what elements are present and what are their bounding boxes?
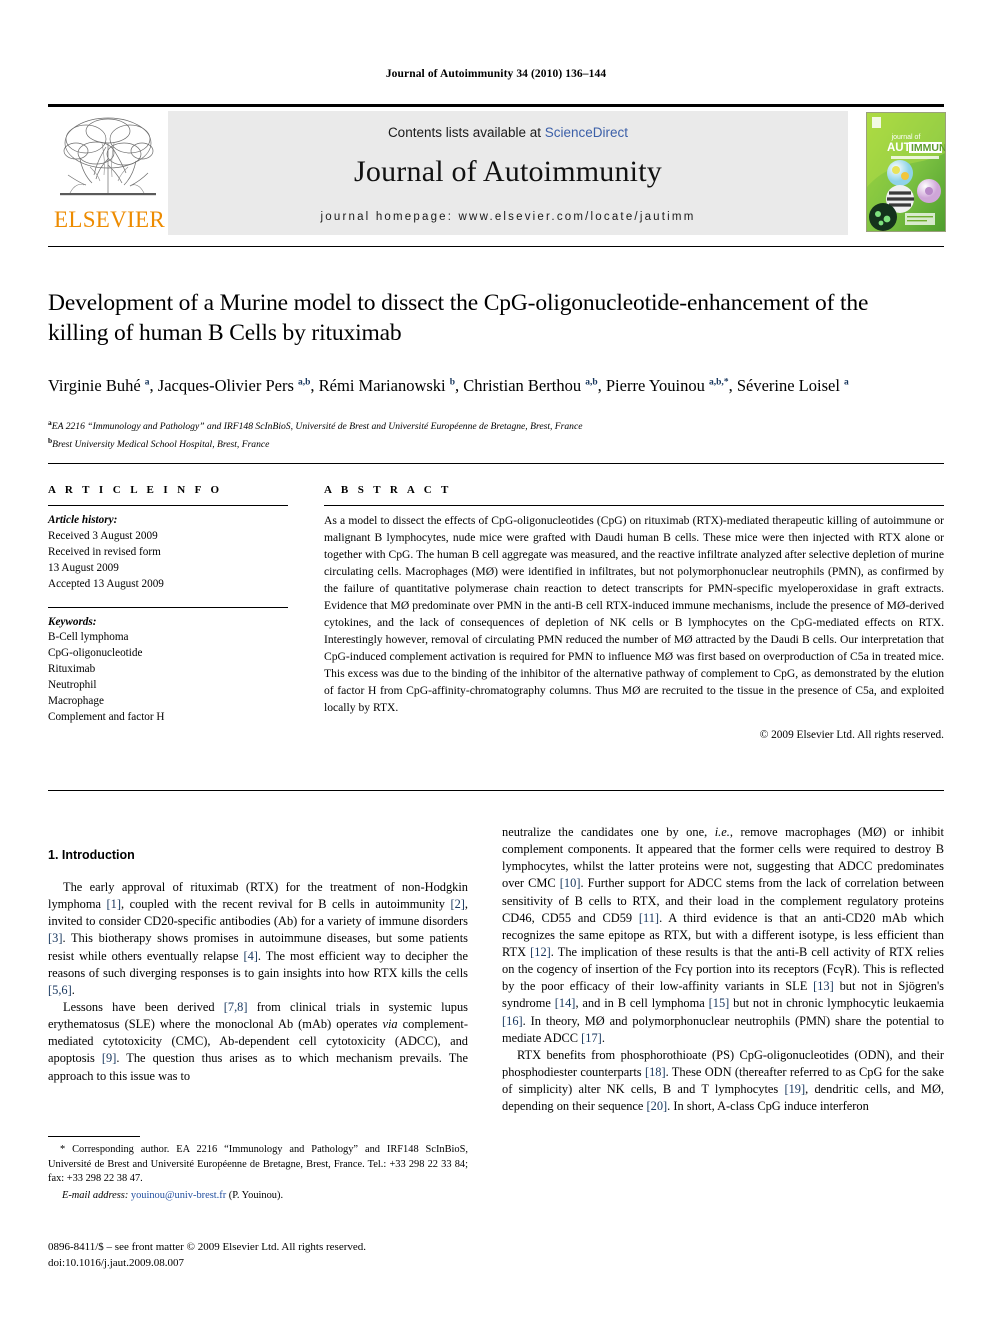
issn-doi-block: 0896-8411/$ – see front matter © 2009 El… xyxy=(48,1240,508,1272)
affiliations: aEA 2216 “Immunology and Pathology” and … xyxy=(48,417,928,452)
abstract-rule xyxy=(324,505,944,506)
article-history-group: Article history: Received 3 August 2009 … xyxy=(48,513,288,593)
history-item: 13 August 2009 xyxy=(48,561,119,574)
journal-cover-wrapper: journal of AUTO IMMUNITY xyxy=(848,111,946,235)
article-info-heading: A R T I C L E I N F O xyxy=(48,484,223,496)
history-item: Received 3 August 2009 xyxy=(48,529,158,542)
corresponding-author-footnote: * Corresponding author. EA 2216 “Immunol… xyxy=(48,1143,468,1203)
keywords-label: Keywords: xyxy=(48,615,97,628)
abstract-block-top-rule xyxy=(48,463,944,464)
title-top-rule xyxy=(48,246,944,247)
intro-paragraph-3: RTX benefits from phosphorothioate (PS) … xyxy=(502,1047,944,1114)
affiliation-b: bBrest University Medical School Hospita… xyxy=(48,435,270,450)
abstract-copyright: © 2009 Elsevier Ltd. All rights reserved… xyxy=(759,728,944,741)
doi-line[interactable]: doi:10.1016/j.jaut.2009.08.007 xyxy=(48,1256,508,1272)
sciencedirect-link[interactable]: ScienceDirect xyxy=(545,125,628,140)
contents-available-line: Contents lists available at ScienceDirec… xyxy=(168,125,848,140)
article-info-column: A R T I C L E I N F O Article history: R… xyxy=(48,484,288,726)
keywords-rule xyxy=(48,606,288,608)
intro-paragraph-2-continued: neutralize the candidates one by one, i.… xyxy=(502,825,945,1045)
email-line: E-mail address: youinou@univ-brest.fr (P… xyxy=(48,1189,468,1204)
keyword-item: Macrophage xyxy=(48,695,104,708)
journal-masthead: ELSEVIER Contents lists available at Sci… xyxy=(48,104,946,235)
journal-info-panel: Contents lists available at ScienceDirec… xyxy=(168,111,848,235)
elsevier-logo: ELSEVIER xyxy=(48,111,168,235)
intro-paragraph-2: Lessons have been derived [7,8] from cli… xyxy=(48,999,469,1083)
affiliation-a: aEA 2216 “Immunology and Pathology” and … xyxy=(48,418,583,433)
issn-line: 0896-8411/$ – see front matter © 2009 El… xyxy=(48,1241,367,1253)
email-label: E-mail address: xyxy=(62,1189,129,1201)
keyword-item: B-Cell lymphoma xyxy=(48,631,129,644)
elsevier-tree-icon xyxy=(60,117,156,196)
body-column-left: 1. Introduction The early approval of ri… xyxy=(48,848,468,1085)
keyword-item: Rituximab xyxy=(48,663,96,676)
email-link[interactable]: youinou@univ-brest.fr xyxy=(131,1190,226,1201)
author-list: Virginie Buhé a, Jacques-Olivier Pers a,… xyxy=(48,376,849,395)
abstract-heading: A B S T R A C T xyxy=(324,484,452,496)
svg-text:journal of: journal of xyxy=(891,134,921,141)
article-page: Journal of Autoimmunity 34 (2010) 136–14… xyxy=(0,0,992,1323)
page-title: Development of a Murine model to dissect… xyxy=(48,290,869,347)
abstract-column: A B S T R A C T As a model to dissect th… xyxy=(324,484,944,741)
history-item: Accepted 13 August 2009 xyxy=(48,577,164,590)
keyword-item: Neutrophil xyxy=(48,679,97,692)
section-heading-introduction: 1. Introduction xyxy=(48,848,135,862)
journal-title: Journal of Autoimmunity xyxy=(354,155,662,188)
elsevier-wordmark: ELSEVIER xyxy=(54,207,165,232)
keywords-group: Keywords: B-Cell lymphoma CpG-oligonucle… xyxy=(48,615,288,726)
history-item: Received in revised form xyxy=(48,545,161,558)
abstract-block-bottom-rule xyxy=(48,790,944,791)
svg-text:IMMUNITY: IMMUNITY xyxy=(911,142,945,154)
corresponding-author-text: * Corresponding author. EA 2216 “Immunol… xyxy=(48,1144,468,1185)
contents-prefix: Contents lists available at xyxy=(387,125,545,140)
journal-homepage-line[interactable]: journal homepage: www.elsevier.com/locat… xyxy=(168,211,848,223)
journal-cover-thumbnail: journal of AUTO IMMUNITY xyxy=(866,112,946,232)
abstract-text: As a model to dissect the effects of CpG… xyxy=(324,514,944,714)
body-column-right: neutralize the candidates one by one, i.… xyxy=(502,824,944,1115)
article-history-label: Article history: xyxy=(48,514,118,526)
intro-paragraph-1: The early approval of rituximab (RTX) fo… xyxy=(48,880,468,997)
keyword-item: Complement and factor H xyxy=(48,710,165,723)
keyword-item: CpG-oligonucleotide xyxy=(48,647,143,660)
footnote-rule xyxy=(48,1136,140,1137)
article-info-rule xyxy=(48,505,288,506)
email-owner: (P. Youinou). xyxy=(228,1189,284,1201)
running-head: Journal of Autoimmunity 34 (2010) 136–14… xyxy=(385,68,607,80)
